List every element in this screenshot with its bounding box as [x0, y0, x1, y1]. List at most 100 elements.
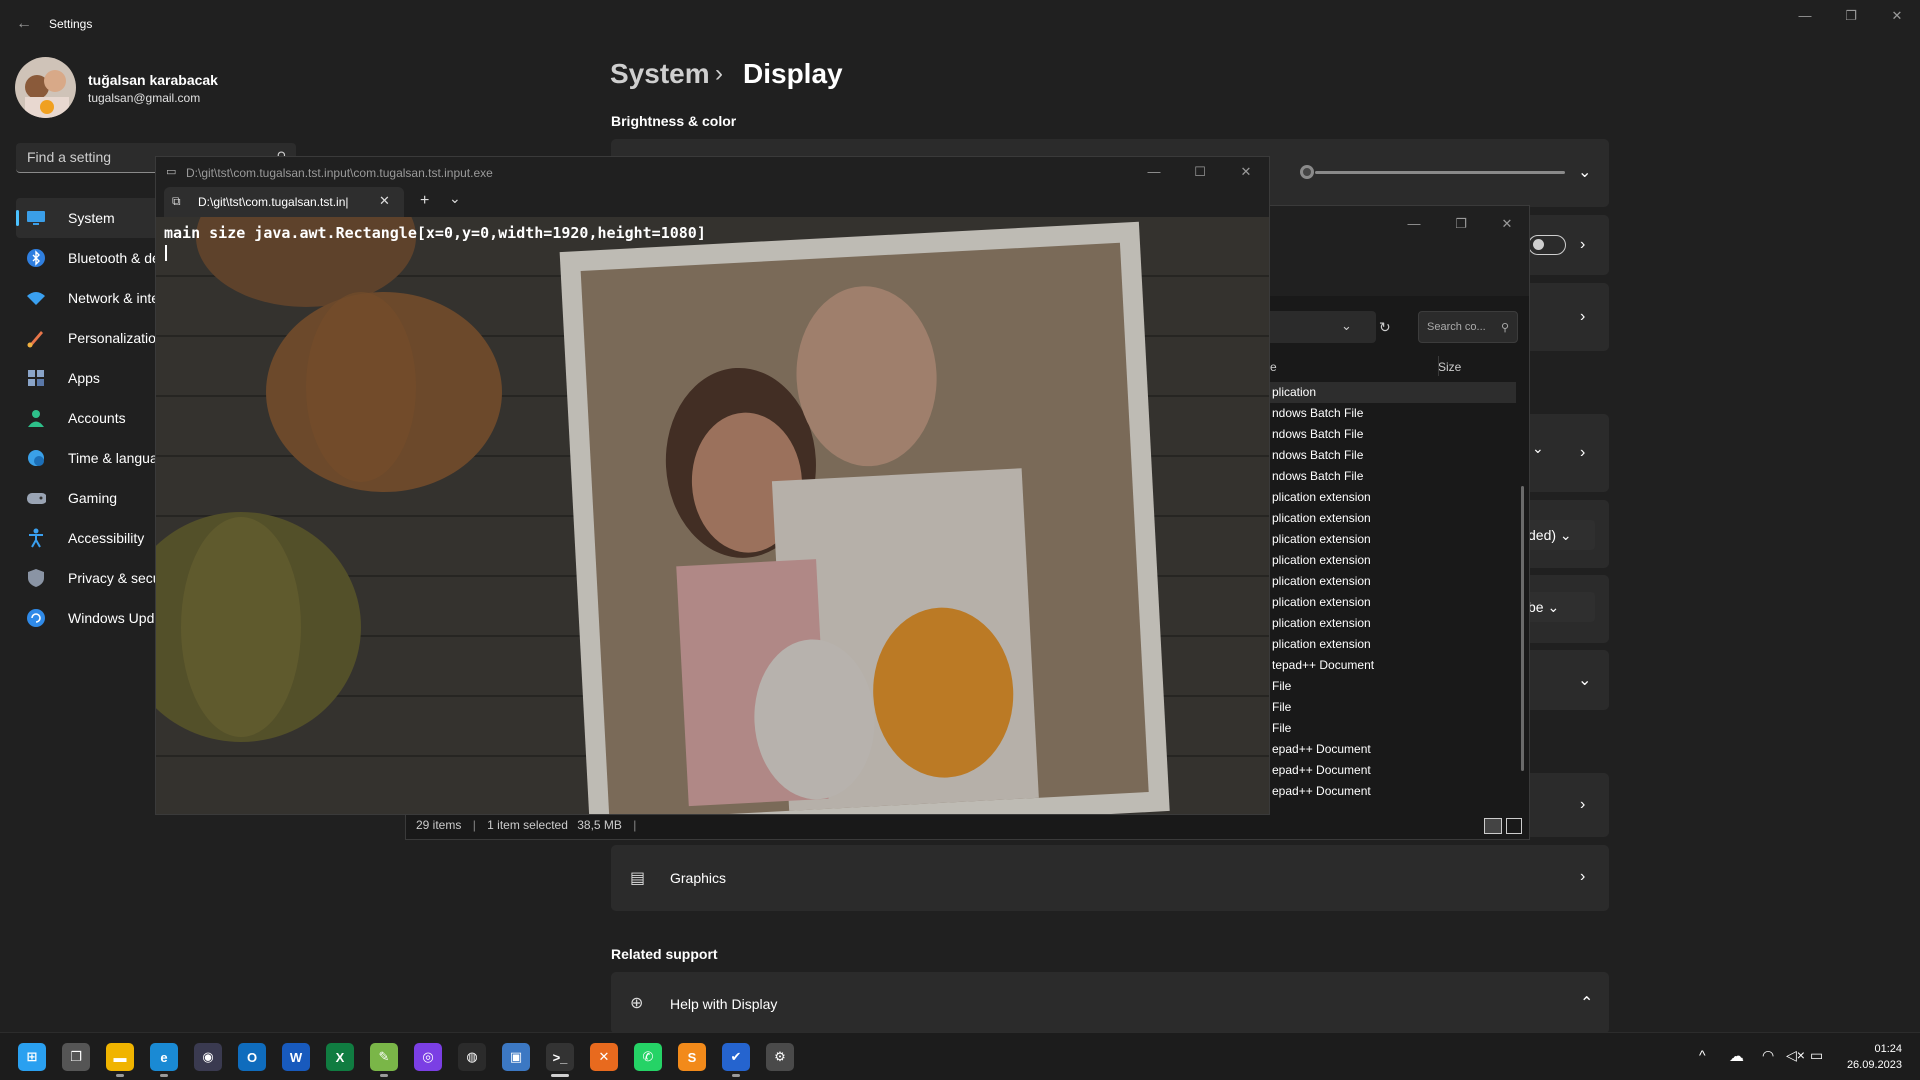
list-item[interactable]: File — [1266, 718, 1516, 739]
xampp-icon[interactable]: ✕ — [590, 1043, 618, 1071]
edge-icon[interactable]: e — [150, 1043, 178, 1077]
list-item[interactable]: epad++ Document — [1266, 760, 1516, 781]
update-icon — [26, 608, 46, 628]
column-divider[interactable] — [1438, 356, 1439, 376]
new-tab-button[interactable]: + — [420, 192, 429, 210]
excel-icon[interactable]: X — [326, 1043, 354, 1071]
list-item[interactable]: tepad++ Document — [1266, 655, 1516, 676]
list-item[interactable]: ndows Batch File — [1266, 445, 1516, 466]
list-item[interactable]: plication extension — [1266, 508, 1516, 529]
maximize-button[interactable]: ☐ — [1177, 162, 1223, 182]
list-item[interactable]: epad++ Document — [1266, 781, 1516, 802]
close-button[interactable]: ✕ — [1874, 6, 1920, 26]
chevron-right-icon[interactable]: › — [1580, 868, 1585, 886]
close-button[interactable]: ✕ — [1484, 214, 1530, 234]
clock[interactable]: 01:24 26.09.2023 — [1847, 1041, 1902, 1073]
sublime-icon[interactable]: S — [678, 1043, 706, 1071]
sidebar-item-network[interactable]: Network & inte — [16, 278, 166, 318]
sidebar-item-accessibility[interactable]: Accessibility — [16, 518, 166, 558]
list-item[interactable]: plication extension — [1266, 634, 1516, 655]
resolution-select[interactable]: ded) ⌄ — [1520, 520, 1595, 550]
file-explorer-icon[interactable]: ▬ — [106, 1043, 134, 1077]
chevron-right-icon[interactable]: › — [1580, 444, 1585, 462]
virtualbox-icon[interactable]: ▣ — [502, 1043, 530, 1071]
graphics-card[interactable] — [611, 845, 1609, 911]
sidebar-item-apps[interactable]: Apps — [16, 358, 166, 398]
chevron-right-icon[interactable]: › — [1580, 236, 1585, 254]
sidebar-item-personalization[interactable]: Personalization — [16, 318, 166, 358]
address-bar[interactable] — [1266, 311, 1376, 343]
battery-icon[interactable]: ▭ — [1810, 1047, 1823, 1064]
close-tab-icon[interactable]: ✕ — [379, 193, 390, 209]
sidebar-item-system[interactable]: System — [16, 198, 166, 238]
copilot-icon[interactable]: ◎ — [414, 1043, 442, 1071]
maximize-button[interactable]: ❐ — [1438, 214, 1484, 234]
terminal-titlebar: ▭ D:\git\tst\com.tugalsan.tst.input\com.… — [156, 157, 1269, 187]
list-item[interactable]: File — [1266, 676, 1516, 697]
column-size[interactable]: Size — [1438, 360, 1461, 374]
chevron-down-icon[interactable]: ⌄ — [1532, 440, 1544, 457]
list-item[interactable]: plication extension — [1266, 550, 1516, 571]
brightness-slider-track[interactable] — [1315, 171, 1565, 174]
sidebar-item-bluetooth[interactable]: Bluetooth & de — [16, 238, 166, 278]
settings-icon[interactable]: ⚙ — [766, 1043, 794, 1071]
terminal-body[interactable]: main size java.awt.Rectangle[x=0,y=0,wid… — [156, 217, 1269, 814]
tiles-view-icon[interactable] — [1506, 818, 1522, 834]
tab-dropdown-button[interactable]: ⌄ — [449, 190, 461, 207]
user-email: tugalsan@gmail.com — [88, 91, 201, 105]
maximize-button[interactable]: ❐ — [1828, 6, 1874, 26]
list-item[interactable]: File — [1266, 697, 1516, 718]
details-view-icon[interactable] — [1484, 818, 1502, 834]
todo-icon[interactable]: ✔ — [722, 1043, 750, 1077]
list-item[interactable]: plication extension — [1266, 571, 1516, 592]
camera-icon[interactable]: ◉ — [194, 1043, 222, 1071]
column-type[interactable]: e — [1270, 360, 1277, 374]
sidebar-item-privacy[interactable]: Privacy & secur — [16, 558, 166, 598]
list-item[interactable]: plication — [1266, 382, 1516, 403]
orientation-select[interactable]: be ⌄ — [1520, 592, 1595, 622]
brightness-slider-thumb[interactable] — [1300, 165, 1314, 179]
breadcrumb-parent[interactable]: System — [610, 58, 710, 90]
onedrive-icon[interactable]: ☁ — [1729, 1047, 1744, 1065]
list-item[interactable]: plication extension — [1266, 529, 1516, 550]
explorer-search[interactable]: Search co... ⚲ — [1418, 311, 1518, 343]
github-icon[interactable]: ◍ — [458, 1043, 486, 1071]
close-button[interactable]: ✕ — [1223, 162, 1269, 182]
sidebar-item-time-language[interactable]: Time & languag — [16, 438, 166, 478]
outlook-icon[interactable]: O — [238, 1043, 266, 1071]
list-item[interactable]: epad++ Document — [1266, 739, 1516, 760]
wifi-icon[interactable]: ◠ — [1762, 1047, 1774, 1064]
whatsapp-icon[interactable]: ✆ — [634, 1043, 662, 1071]
avatar[interactable] — [15, 57, 76, 118]
scrollbar[interactable] — [1521, 486, 1524, 771]
refresh-icon[interactable]: ↻ — [1379, 319, 1391, 336]
minimize-button[interactable]: — — [1391, 214, 1437, 234]
terminal-tab[interactable]: ⧉ D:\git\tst\com.tugalsan.tst.in| ✕ — [164, 187, 404, 217]
notepad-plus-icon[interactable]: ✎ — [370, 1043, 398, 1077]
tray-overflow-icon[interactable]: ^ — [1699, 1047, 1706, 1063]
chevron-right-icon[interactable]: › — [1580, 308, 1585, 326]
minimize-button[interactable]: — — [1782, 6, 1828, 26]
word-icon[interactable]: W — [282, 1043, 310, 1071]
chevron-down-icon[interactable]: ⌄ — [1578, 162, 1591, 182]
sidebar-item-accounts[interactable]: Accounts — [16, 398, 166, 438]
list-item[interactable]: ndows Batch File — [1266, 424, 1516, 445]
chevron-down-icon[interactable]: ⌄ — [1341, 318, 1352, 334]
chevron-up-icon[interactable]: ⌃ — [1580, 993, 1593, 1013]
back-button[interactable]: ← — [14, 14, 34, 34]
terminal-icon[interactable]: >_ — [546, 1043, 574, 1077]
sidebar-item-gaming[interactable]: Gaming — [16, 478, 166, 518]
list-item[interactable]: ndows Batch File — [1266, 403, 1516, 424]
minimize-button[interactable]: — — [1131, 162, 1177, 182]
sidebar-item-windows-update[interactable]: Windows Upda — [16, 598, 166, 638]
chevron-down-icon[interactable]: ⌄ — [1578, 670, 1591, 690]
list-item[interactable]: plication extension — [1266, 592, 1516, 613]
chevron-right-icon[interactable]: › — [1580, 796, 1585, 814]
list-item[interactable]: plication extension — [1266, 613, 1516, 634]
volume-muted-icon[interactable]: ◁× — [1786, 1047, 1805, 1064]
list-item[interactable]: plication extension — [1266, 487, 1516, 508]
night-light-toggle[interactable] — [1528, 235, 1566, 255]
list-item[interactable]: ndows Batch File — [1266, 466, 1516, 487]
task-view-icon[interactable]: ❐ — [62, 1043, 90, 1071]
start-icon[interactable]: ⊞ — [18, 1043, 46, 1071]
